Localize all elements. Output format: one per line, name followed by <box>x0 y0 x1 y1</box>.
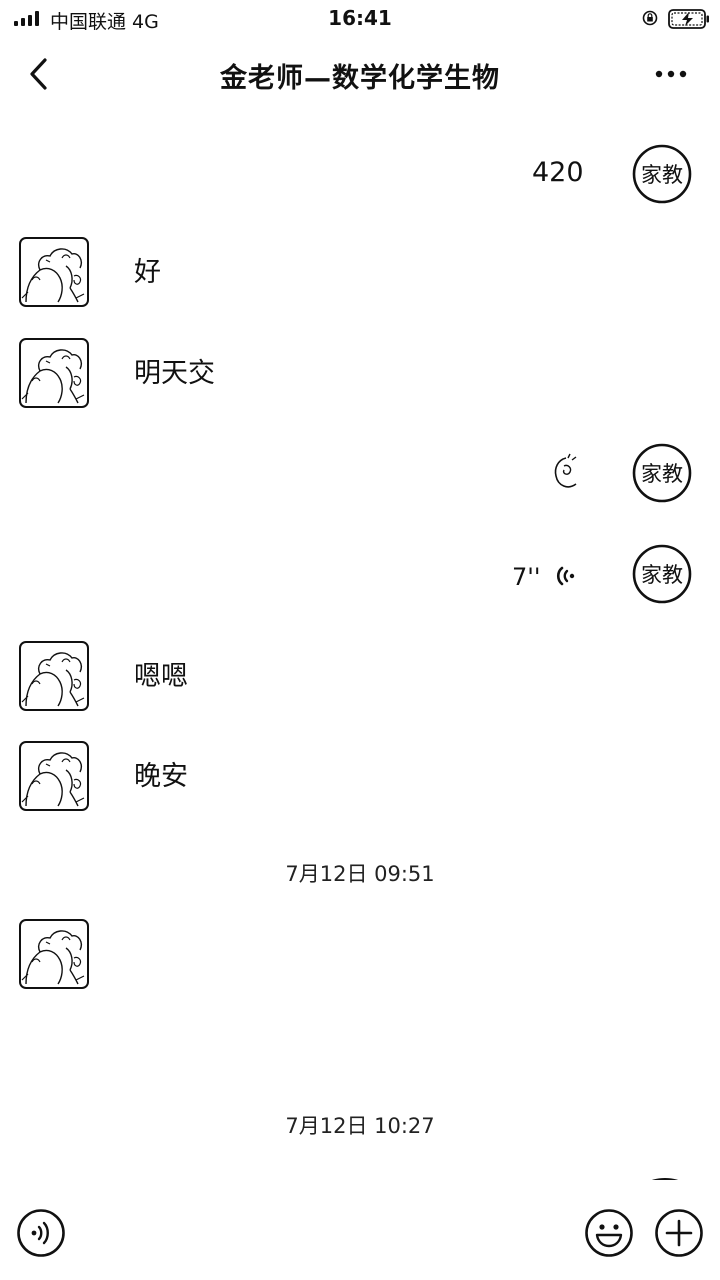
input-bar <box>0 1180 720 1280</box>
student-avatar-image <box>19 741 89 811</box>
svg-text:家教: 家教 <box>641 462 683 486</box>
rotation-lock-icon <box>642 10 658 26</box>
avatar[interactable] <box>18 236 90 308</box>
student-avatar-image <box>19 338 89 408</box>
avatar[interactable]: 家教 <box>632 544 704 616</box>
battery-charging-icon <box>668 9 709 29</box>
plus-icon[interactable] <box>654 1208 704 1258</box>
message-text-incoming[interactable]: 明天交 <box>134 357 215 391</box>
student-avatar-image <box>19 641 89 711</box>
chat-title: 金老师—数学化学生物 <box>220 63 500 94</box>
back-button[interactable] <box>18 52 62 96</box>
avatar[interactable] <box>18 640 90 712</box>
student-avatar-image <box>19 237 89 307</box>
voice-playback-icon[interactable] <box>554 562 580 590</box>
teacher-avatar-image: 家教 <box>632 544 692 604</box>
avatar[interactable] <box>18 337 90 409</box>
voice-input-icon[interactable] <box>16 1208 66 1258</box>
message-timestamp: 7月12日 09:51 <box>285 862 435 886</box>
nav-bar: 金老师—数学化学生物 <box>0 40 720 108</box>
chat-screen: 中国联通 4G 16:41 金老师—数学化学生物 420 家教 好 明天交 家教… <box>0 0 720 1280</box>
student-avatar-image <box>19 919 89 989</box>
svg-text:家教: 家教 <box>641 163 683 187</box>
avatar[interactable] <box>18 740 90 812</box>
message-timestamp: 7月12日 10:27 <box>285 1114 435 1138</box>
message-text-incoming[interactable]: 好 <box>134 256 161 290</box>
avatar[interactable] <box>18 918 90 990</box>
voice-duration-label[interactable]: 7'' <box>512 560 540 594</box>
message-text-outgoing[interactable]: 420 <box>532 156 584 190</box>
status-bar: 中国联通 4G 16:41 <box>0 0 720 40</box>
svg-text:家教: 家教 <box>641 563 683 587</box>
avatar[interactable]: 家教 <box>632 443 704 515</box>
teacher-avatar-image: 家教 <box>632 144 692 204</box>
ok-hand-emoji-icon[interactable] <box>546 452 586 496</box>
message-text-incoming[interactable]: 嗯嗯 <box>134 660 188 694</box>
message-text-incoming[interactable]: 晚安 <box>134 760 188 794</box>
more-options-button[interactable] <box>648 56 694 92</box>
teacher-avatar-image: 家教 <box>632 443 692 503</box>
emoji-icon[interactable] <box>584 1208 634 1258</box>
status-time: 16:41 <box>328 6 392 30</box>
avatar[interactable]: 家教 <box>632 144 704 216</box>
